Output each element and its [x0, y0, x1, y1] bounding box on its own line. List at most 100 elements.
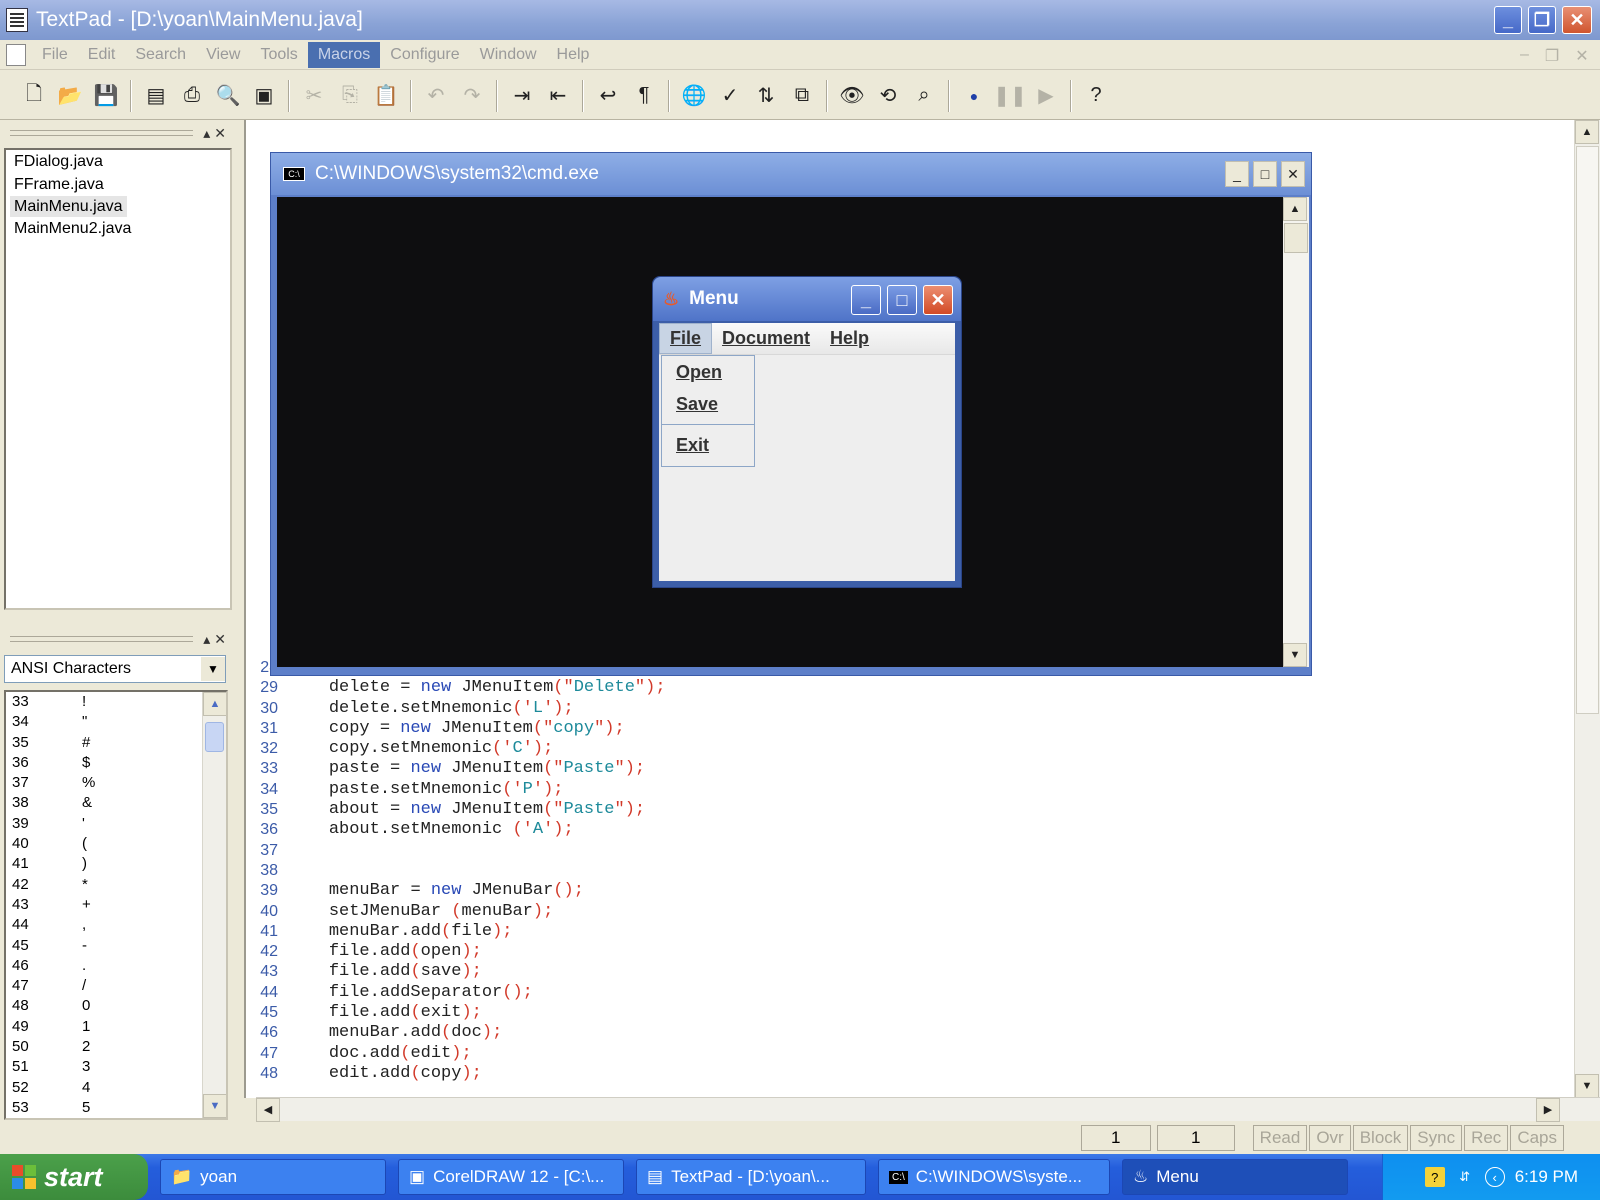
ansi-row[interactable]: 49 1 — [6, 1017, 202, 1037]
panel-close-icon[interactable]: ✕ — [214, 631, 226, 648]
menu-item-exit[interactable]: Exit — [662, 429, 754, 461]
sort-icon[interactable]: ⇅ — [751, 81, 781, 111]
chevron-down-icon[interactable]: ▼ — [201, 657, 225, 681]
indent-icon[interactable]: ⇥ — [507, 81, 537, 111]
cmd-minimize-button[interactable]: _ — [1225, 161, 1249, 187]
ansi-row[interactable]: 44, — [6, 915, 202, 935]
ansi-row[interactable]: 42 * — [6, 875, 202, 895]
menu-file[interactable]: File — [32, 42, 78, 68]
document-selector-list[interactable]: FDialog.java FFrame.java MainMenu.java Main… — [4, 148, 232, 610]
tray-expand-icon[interactable]: ‹ — [1484, 1167, 1505, 1187]
cut-icon[interactable]: ✂ — [299, 81, 329, 111]
open-folder-icon[interactable]: 📂 — [55, 81, 85, 111]
redo-icon[interactable]: ↷ — [457, 81, 487, 111]
help-icon[interactable]: ? — [1424, 1167, 1445, 1187]
ansi-row[interactable]: 40( — [6, 834, 202, 854]
ansi-row[interactable]: 45- — [6, 936, 202, 956]
web-browser-icon[interactable]: 🌐 — [679, 81, 709, 111]
task-coreldraw[interactable]: ▣ CorelDRAW 12 - [C:\... — [398, 1159, 624, 1195]
scroll-right-icon[interactable]: ▶ — [1536, 1097, 1560, 1122]
scroll-thumb[interactable] — [1576, 146, 1599, 714]
clip-library-select[interactable]: ANSI Characters ▼ — [4, 655, 226, 683]
file-item[interactable]: FFrame.java — [6, 173, 230, 196]
scroll-up-icon[interactable]: ▲ — [1575, 120, 1599, 144]
restore-button[interactable]: ❐ — [1528, 6, 1556, 34]
cmd-scrollbar[interactable]: ▲ ▼ — [1283, 197, 1309, 667]
ansi-row[interactable]: 52 4 — [6, 1078, 202, 1098]
find-icon[interactable]: 👁 — [837, 81, 867, 111]
ansi-row[interactable]: 53 5 — [6, 1098, 202, 1118]
ansi-row[interactable]: 33! — [6, 692, 202, 712]
ansi-row[interactable]: 38 & — [6, 793, 202, 813]
java-maximize-button[interactable]: □ — [887, 285, 917, 315]
new-file-icon[interactable]: 🗋 — [19, 81, 49, 111]
ansi-row[interactable]: 35 # — [6, 733, 202, 753]
visible-spaces-icon[interactable]: ¶ — [629, 81, 659, 111]
file-item[interactable]: MainMenu.java — [10, 196, 127, 217]
ansi-row[interactable]: 39 ' — [6, 814, 202, 834]
task-yoan[interactable]: 📁 yoan — [160, 1159, 386, 1195]
java-menu-document[interactable]: Document — [712, 324, 820, 353]
menu-tools[interactable]: Tools — [250, 42, 307, 68]
ansi-row[interactable]: 43 + — [6, 895, 202, 915]
ansi-row[interactable]: 47/ — [6, 976, 202, 996]
scroll-up-icon[interactable]: ▲ — [1283, 197, 1307, 221]
menu-item-open[interactable]: Open — [662, 356, 754, 388]
task-textpad[interactable]: ▤ TextPad - [D:\yoan\... — [636, 1159, 866, 1195]
clock[interactable]: 6:19 PM — [1515, 1167, 1578, 1187]
minimize-button[interactable]: _ — [1494, 6, 1522, 34]
ansi-row[interactable]: 34 " — [6, 712, 202, 732]
panel-maximize-icon[interactable]: ▴ — [203, 631, 210, 648]
panel-maximize-icon[interactable]: ▴ — [203, 125, 210, 142]
find-in-files-icon[interactable]: ⌕ — [909, 81, 939, 111]
pause-macro-icon[interactable]: ❚❚ — [993, 81, 1027, 111]
menu-search[interactable]: Search — [125, 42, 196, 68]
document-icon[interactable] — [6, 43, 26, 66]
mdi-restore-icon[interactable]: ❐ — [1545, 46, 1559, 66]
ansi-row[interactable]: 48 0 — [6, 996, 202, 1016]
task-cmd[interactable]: C:\ C:\WINDOWS\syste... — [878, 1159, 1110, 1195]
menu-configure[interactable]: Configure — [380, 42, 469, 68]
textpad-app-icon[interactable] — [6, 8, 28, 32]
replace-icon[interactable]: ⟲ — [873, 81, 903, 111]
ansi-list-scrollbar[interactable]: ▲ ▼ — [202, 692, 226, 1118]
undo-icon[interactable]: ↶ — [421, 81, 451, 111]
ansi-row[interactable]: 51 3 — [6, 1057, 202, 1077]
menu-view[interactable]: View — [196, 42, 250, 68]
scroll-left-icon[interactable]: ◀ — [256, 1097, 280, 1122]
menu-macros[interactable]: Macros — [307, 41, 381, 68]
save-icon[interactable]: 💾 — [91, 81, 121, 111]
ansi-row[interactable]: 37% — [6, 773, 202, 793]
title-bar[interactable]: TextPad - [D:\yoan\MainMenu.java] _ ❐ ✕ — [0, 0, 1600, 40]
panel-close-icon[interactable]: ✕ — [214, 125, 226, 142]
spell-check-icon[interactable]: ✓ — [715, 81, 745, 111]
menu-window[interactable]: Window — [470, 42, 547, 68]
cmd-title-bar[interactable]: C:\ C:\WINDOWS\system32\cmd.exe — [271, 153, 1311, 195]
java-menu-window[interactable]: ♨ Menu _ □ ✕ File Document Help Open Sav… — [652, 276, 962, 588]
menu-edit[interactable]: Edit — [78, 42, 126, 68]
menu-item-save[interactable]: Save — [662, 388, 754, 420]
ansi-row[interactable]: 46. — [6, 956, 202, 976]
context-help-icon[interactable]: ? — [1081, 81, 1111, 111]
java-minimize-button[interactable]: _ — [851, 285, 881, 315]
ansi-row[interactable]: 41) — [6, 854, 202, 874]
mdi-minimize-icon[interactable]: – — [1520, 46, 1529, 66]
record-macro-icon[interactable]: ● — [959, 81, 989, 111]
mdi-close-icon[interactable]: ✕ — [1575, 46, 1588, 66]
cmd-maximize-button[interactable]: □ — [1253, 161, 1277, 187]
document-properties-icon[interactable]: ▣ — [249, 81, 279, 111]
java-menu-file[interactable]: File — [659, 323, 713, 354]
cmd-close-button[interactable]: ✕ — [1281, 161, 1305, 187]
file-item[interactable]: MainMenu2.java — [6, 217, 230, 240]
outdent-icon[interactable]: ⇤ — [543, 81, 573, 111]
scroll-down-icon[interactable]: ▼ — [203, 1094, 226, 1118]
editor-horizontal-scrollbar[interactable]: ◀ ▶ — [256, 1097, 1600, 1122]
print-preview-icon[interactable]: 🔍 — [213, 81, 243, 111]
java-menu-help[interactable]: Help — [820, 324, 879, 353]
copy-icon[interactable]: ⎘ — [335, 81, 365, 111]
start-button[interactable]: start — [0, 1154, 148, 1200]
play-macro-icon[interactable]: ▶ — [1031, 81, 1061, 111]
scroll-thumb[interactable] — [1284, 223, 1308, 253]
menu-help[interactable]: Help — [547, 42, 600, 68]
file-item[interactable]: FDialog.java — [6, 150, 230, 173]
